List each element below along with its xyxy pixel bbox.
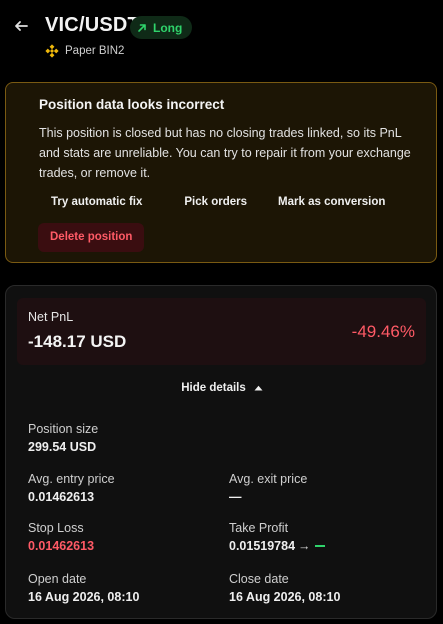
stat-avg-entry-price: Avg. entry price 0.01462613 (28, 472, 115, 504)
trend-up-icon (138, 23, 146, 32)
stat-take-profit: Take Profit 0.01519784 → (229, 521, 325, 553)
try-automatic-fix-button[interactable]: Try automatic fix (39, 193, 154, 211)
direction-badge: Long (130, 16, 193, 39)
stat-value: 299.54 USD (28, 440, 97, 454)
back-arrow-icon[interactable] (12, 17, 30, 35)
stat-label: Position size (28, 422, 99, 436)
binance-logo-icon (45, 44, 59, 58)
take-profit-values: 0.01519784 → (229, 539, 325, 553)
stat-value: 0.01462613 (28, 539, 95, 553)
hide-details-toggle[interactable]: Hide details (6, 382, 438, 394)
pick-orders-button[interactable]: Pick orders (154, 193, 259, 211)
exchange-label: Paper BIN2 (65, 45, 125, 57)
stat-value: 16 Aug 2026, 08:10 (28, 590, 140, 604)
stat-position-size: Position size 299.54 USD (28, 422, 98, 454)
stat-value: 16 Aug 2026, 08:10 (229, 590, 341, 604)
stat-label: Open date (28, 572, 87, 586)
mark-as-conversion-button[interactable]: Mark as conversion (259, 193, 397, 211)
page-header: VIC/USDT Long Paper BIN2 (0, 0, 443, 70)
warning-title: Position data looks incorrect (39, 97, 225, 112)
stat-label: Take Profit (229, 521, 289, 535)
take-profit-original: 0.01519784 (229, 539, 296, 553)
stat-open-date: Open date 16 Aug 2026, 08:10 (28, 572, 139, 604)
data-warning-panel: Position data looks incorrect This posit… (5, 82, 437, 263)
stat-stop-loss: Stop Loss 0.01462613 (28, 521, 94, 553)
stat-value: — (229, 490, 242, 504)
delete-position-button[interactable]: Delete position (38, 223, 145, 252)
direction-label: Long (153, 20, 183, 35)
warning-actions: Try automatic fix Pick orders Mark as co… (39, 193, 397, 211)
stat-value: 0.01462613 (28, 490, 95, 504)
net-pnl-percent: -49.46% (351, 322, 415, 341)
warning-message: This position is closed but has no closi… (39, 126, 411, 180)
net-pnl-value: -148.17 USD (28, 332, 127, 351)
stat-avg-exit-price: Avg. exit price — (229, 472, 307, 504)
arrow-right-icon: → (298, 539, 311, 553)
pair-title: VIC/USDT (45, 14, 140, 36)
stat-label: Stop Loss (28, 521, 84, 535)
stat-label: Close date (229, 572, 289, 586)
caret-up-icon (254, 385, 263, 391)
position-card: Net PnL -148.17 USD -49.46% Hide details… (5, 285, 437, 619)
stat-label: Avg. entry price (28, 472, 115, 486)
exchange-account: Paper BIN2 (45, 44, 124, 58)
stat-label: Avg. exit price (229, 472, 308, 486)
net-pnl-panel: Net PnL -148.17 USD -49.46% (17, 298, 426, 365)
stat-close-date: Close date 16 Aug 2026, 08:10 (229, 572, 340, 604)
hide-details-label: Hide details (181, 382, 246, 394)
take-profit-new-empty (314, 545, 325, 547)
net-pnl-label: Net PnL (28, 310, 74, 324)
